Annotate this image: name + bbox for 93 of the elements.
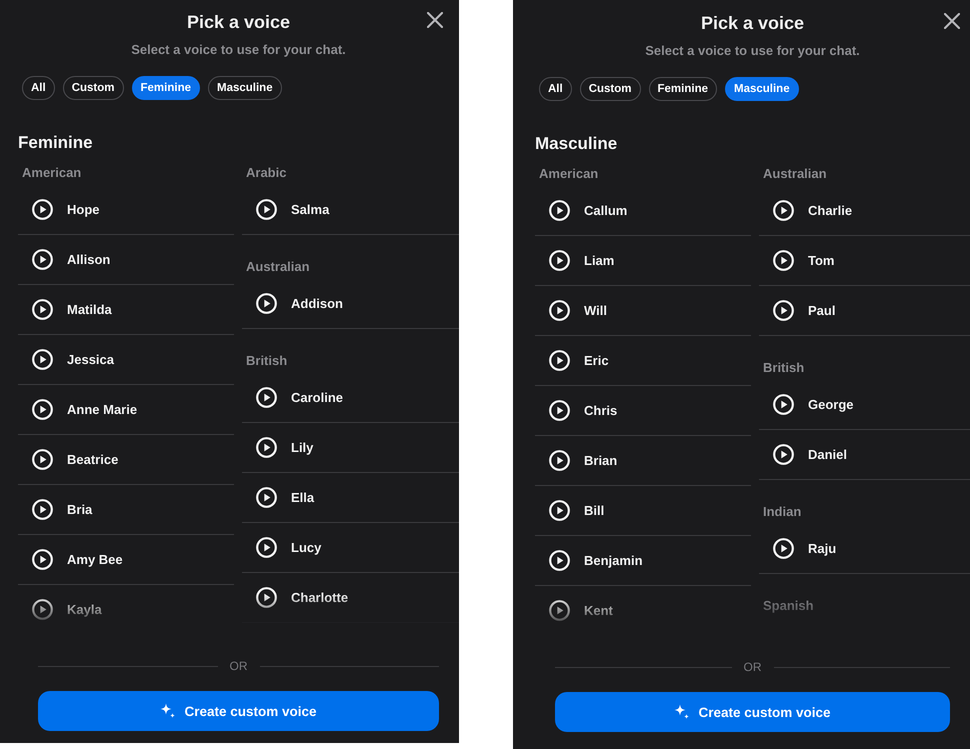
play-icon[interactable] (773, 300, 794, 321)
dialog-title: Pick a voice (700, 12, 804, 35)
sparkle-icon (160, 703, 176, 719)
filter-chip[interactable]: All (22, 76, 55, 100)
voice-item[interactable]: Liam (535, 236, 751, 286)
close-icon[interactable] (944, 13, 960, 29)
voice-item[interactable]: Caroline (242, 373, 459, 423)
play-icon[interactable] (32, 199, 53, 220)
play-icon[interactable] (549, 300, 570, 321)
group-label: British (762, 360, 806, 376)
voice-item[interactable]: Brian (535, 436, 751, 486)
voice-item[interactable]: Lily (242, 423, 459, 473)
play-icon[interactable] (256, 587, 277, 608)
filter-chip[interactable]: Feminine (648, 77, 717, 101)
voice-item[interactable]: Will (535, 286, 751, 336)
group-label: British (245, 353, 288, 369)
group-label: Australian (245, 259, 311, 275)
voice-item[interactable]: Salma (242, 185, 459, 235)
play-icon[interactable] (32, 349, 53, 370)
group-label: American (21, 165, 82, 181)
dialog-subtitle: Select a voice to use for your chat. (644, 42, 861, 60)
voice-item[interactable]: Addison (242, 279, 459, 329)
play-icon[interactable] (32, 399, 53, 420)
divider-label: OR (744, 659, 762, 675)
create-voice-button[interactable]: Create custom voice (555, 692, 950, 732)
play-icon[interactable] (549, 450, 570, 471)
sparkle-icon (674, 704, 690, 720)
play-icon[interactable] (256, 487, 277, 508)
group-label: Spanish (762, 598, 815, 614)
play-icon[interactable] (773, 250, 794, 271)
filter-chip[interactable]: Custom (62, 76, 124, 100)
voice-item[interactable]: Hope (18, 185, 234, 235)
group-label: Australian (762, 166, 828, 182)
voice-item[interactable]: Beatrice (18, 435, 234, 485)
dialog-title: Pick a voice (186, 11, 290, 34)
play-icon[interactable] (549, 600, 570, 621)
play-icon[interactable] (32, 249, 53, 270)
play-icon[interactable] (32, 599, 53, 620)
filter-chip[interactable]: All (539, 77, 572, 101)
play-icon[interactable] (256, 437, 277, 458)
play-icon[interactable] (773, 444, 794, 465)
group-label: Indian (762, 504, 802, 520)
voice-item[interactable]: Kayla (18, 585, 234, 635)
voice-item[interactable]: Bill (535, 486, 751, 536)
group-label: Arabic (245, 165, 288, 181)
play-icon[interactable] (256, 537, 277, 558)
voice-item[interactable]: George (759, 380, 970, 430)
play-icon[interactable] (549, 250, 570, 271)
close-icon[interactable] (427, 12, 443, 28)
play-icon[interactable] (256, 387, 277, 408)
play-icon[interactable] (773, 200, 794, 221)
play-icon[interactable] (256, 293, 277, 314)
voice-item[interactable]: Lucy (242, 523, 459, 573)
filter-chip[interactable]: Masculine (208, 76, 282, 100)
dialog-subtitle: Select a voice to use for your chat. (130, 41, 347, 59)
play-icon[interactable] (549, 500, 570, 521)
play-icon[interactable] (549, 350, 570, 371)
play-icon[interactable] (32, 499, 53, 520)
play-icon[interactable] (549, 550, 570, 571)
filter-chip[interactable]: Masculine (725, 77, 799, 101)
play-icon[interactable] (549, 400, 570, 421)
voice-item[interactable]: Charlotte (242, 573, 459, 623)
voice-item[interactable]: Chris (535, 386, 751, 436)
voice-item[interactable]: Benjamin (535, 536, 751, 586)
voice-item[interactable]: Callum (535, 186, 751, 236)
section-title: Feminine (18, 132, 94, 154)
voice-item[interactable]: Jessica (18, 335, 234, 385)
play-icon[interactable] (32, 449, 53, 470)
voice-item[interactable]: Paul (759, 286, 970, 336)
voice-item[interactable]: Daniel (759, 430, 970, 480)
play-icon[interactable] (32, 299, 53, 320)
play-icon[interactable] (549, 200, 570, 221)
voice-item[interactable]: Eric (535, 336, 751, 386)
create-voice-button[interactable]: Create custom voice (38, 691, 439, 731)
play-icon[interactable] (32, 549, 53, 570)
voice-item[interactable]: Tom (759, 236, 970, 286)
section-title: Masculine (535, 133, 618, 155)
voice-item[interactable]: Anne Marie (18, 385, 234, 435)
voice-item[interactable]: Matilda (18, 285, 234, 335)
play-icon[interactable] (773, 394, 794, 415)
voice-item[interactable]: Bria (18, 485, 234, 535)
voice-item[interactable]: Allison (18, 235, 234, 285)
divider-label: OR (230, 658, 248, 674)
filter-chip[interactable]: Custom (580, 77, 641, 101)
filter-chip[interactable]: Feminine (132, 76, 200, 100)
voice-item[interactable]: Amy Bee (18, 535, 234, 585)
group-label: American (538, 166, 600, 182)
voice-item[interactable]: Raju (759, 524, 970, 574)
play-icon[interactable] (773, 538, 794, 559)
voice-item[interactable]: Charlie (759, 186, 970, 236)
voice-item[interactable]: Ella (242, 473, 459, 523)
play-icon[interactable] (256, 199, 277, 220)
voice-item[interactable]: Kent (535, 586, 751, 636)
